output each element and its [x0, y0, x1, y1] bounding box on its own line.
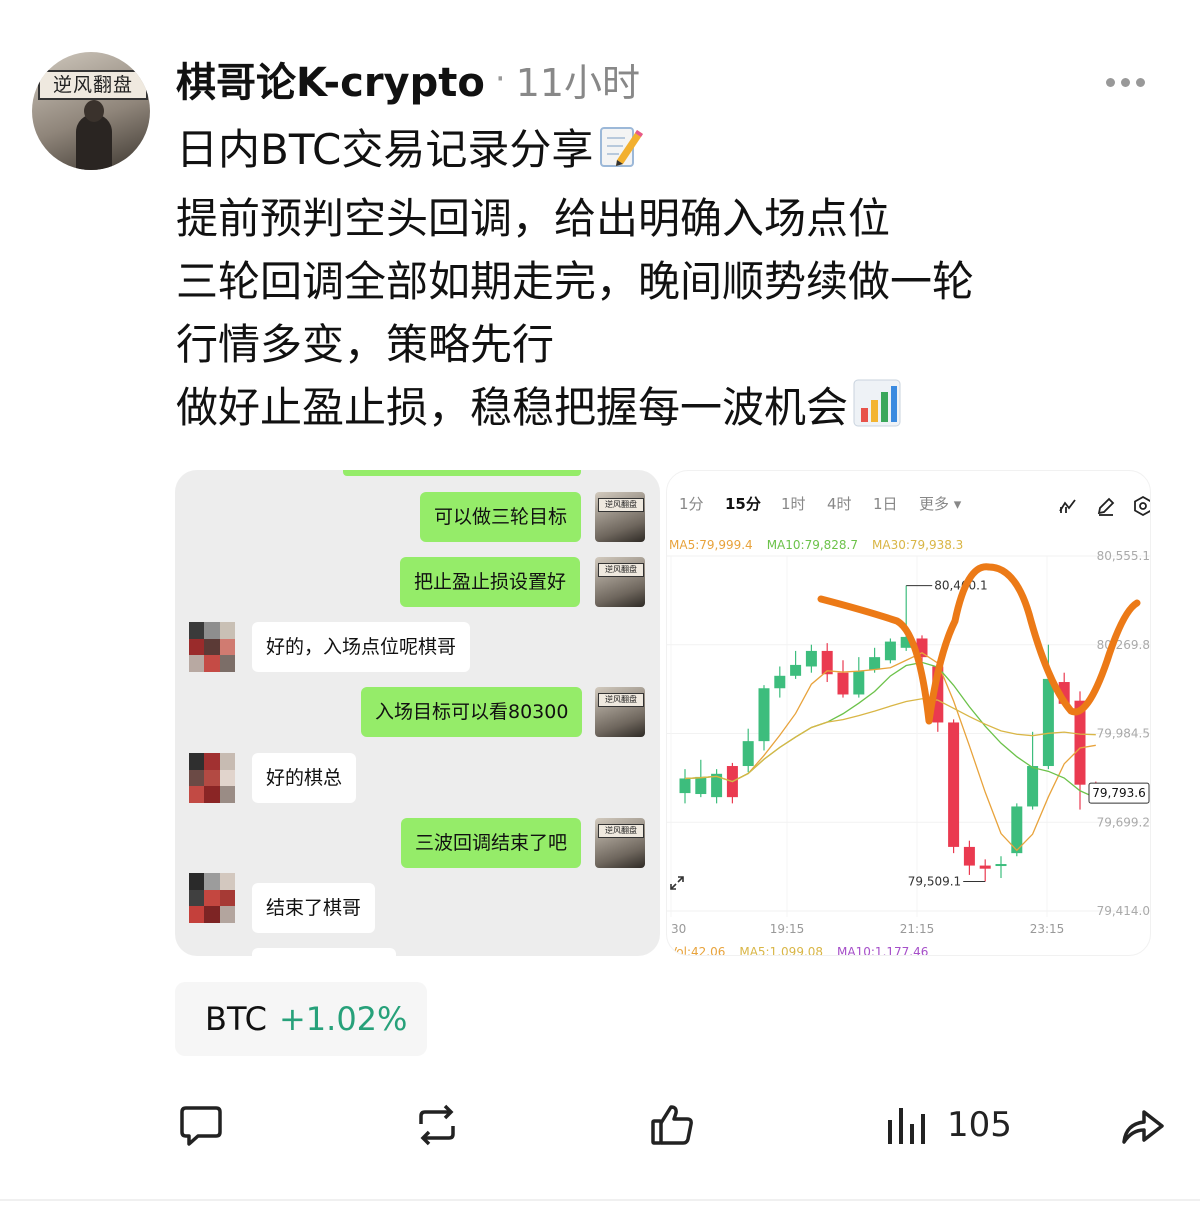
- bar-chart-icon: [852, 378, 902, 445]
- chat-message-partial: [252, 948, 396, 956]
- receiver-avatar-pixelated: [189, 873, 235, 923]
- chat-message-in: 好的棋总: [252, 753, 357, 803]
- share-arrow-icon: [1122, 1110, 1164, 1144]
- x-tick-label: 30: [671, 922, 686, 936]
- candle-body: [758, 688, 770, 742]
- candle-body: [837, 672, 849, 695]
- avatar-head: [84, 100, 104, 122]
- post-line-1: 日内BTC交易记录分享: [176, 118, 1176, 187]
- candle-body: [1027, 766, 1039, 807]
- last-price-label: 79,793.6: [1092, 786, 1145, 800]
- ticker-symbol: BTC: [205, 1000, 267, 1038]
- candle-body: [679, 778, 691, 794]
- avatar-person: [76, 114, 112, 170]
- sender-avatar: 逆风翻盘: [595, 818, 645, 868]
- post-line-3: 三轮回调全部如期走完，晚间顺势续做一轮: [176, 257, 975, 306]
- thumbs-up-icon: [651, 1105, 693, 1145]
- y-tick-label: 80,555.1: [1097, 549, 1150, 563]
- candle-body: [948, 722, 960, 847]
- memo-icon: [597, 122, 645, 187]
- candle-body: [995, 864, 1007, 867]
- chat-message-out: 入场目标可以看80300: [361, 687, 583, 737]
- sender-avatar: 逆风翻盘: [595, 557, 645, 607]
- kline-chart-screenshot[interactable]: 1分 15分 1时 4时 1日 更多 ▾ MA5:79,999.4 MA10:79,828.…: [666, 470, 1151, 956]
- candle-body: [805, 650, 817, 667]
- candle-body: [869, 657, 881, 670]
- x-tick-label: 19:15: [770, 922, 805, 936]
- receiver-avatar-pixelated: [189, 622, 235, 672]
- repost-icon: [419, 1104, 455, 1146]
- candle-body: [742, 741, 754, 767]
- more-options-icon[interactable]: [1106, 72, 1150, 92]
- chat-message-in: 好的，入场点位呢棋哥: [252, 622, 471, 672]
- post-text: 日内BTC交易记录分享 提前预判空头回调，给出明确入场点位 三轮回调全部如期走完…: [176, 118, 1176, 445]
- sender-avatar: 逆风翻盘: [595, 687, 645, 737]
- share-button[interactable]: [1118, 1098, 1166, 1152]
- time-separator: ·: [494, 59, 506, 99]
- chat-bubble-partial: [343, 470, 581, 476]
- candle-body: [1042, 678, 1054, 767]
- x-tick-label: 23:15: [1030, 922, 1065, 936]
- receiver-avatar-pixelated: [189, 753, 235, 803]
- expand-icon[interactable]: [669, 875, 685, 891]
- chat-message-out: 把止盈止损设置好: [400, 557, 581, 607]
- post-line-5: 做好止盈止损，稳稳把握每一波机会: [176, 376, 1176, 445]
- author-name[interactable]: 棋哥论K-crypto: [176, 50, 485, 108]
- views-counter: 105: [885, 1098, 1012, 1152]
- views-bars-icon: [888, 1108, 925, 1144]
- y-tick-label: 79,414.0: [1097, 904, 1150, 918]
- ticker-tag[interactable]: BTC +1.02%: [175, 982, 427, 1056]
- chat-message-out: 可以做三轮目标: [420, 492, 582, 542]
- post-time: 11小时: [515, 60, 641, 105]
- ticker-change: +1.02%: [278, 1000, 408, 1038]
- chat-message-out: 三波回调结束了吧: [401, 818, 582, 868]
- volume-legend-item: MA10:1,177.46: [837, 945, 929, 956]
- views-count: 105: [947, 1105, 1012, 1145]
- y-tick-label: 79,984.5: [1097, 727, 1150, 741]
- comment-button[interactable]: [178, 1098, 224, 1152]
- x-tick-label: 21:15: [900, 922, 935, 936]
- candle-body: [963, 846, 975, 866]
- chat-message-in: 结束了棋哥: [252, 883, 376, 933]
- post-line-4: 行情多变，策略先行: [176, 320, 555, 369]
- y-tick-label: 79,699.2: [1097, 815, 1150, 829]
- volume-legend-item: Vol:42.06: [669, 945, 726, 956]
- volume-legend-item: MA5:1,099.08: [739, 945, 824, 956]
- candlestick-plot: 80,555.1 80,269.8 79,984.5 79,699.2 79,414.0…: [667, 549, 1150, 936]
- chat-screenshot[interactable]: 可以做三轮目标 逆风翻盘 把止盈止损设置好 逆风翻盘 好的，入场点位呢棋哥 入场…: [175, 470, 660, 956]
- sender-avatar: 逆风翻盘: [595, 492, 645, 542]
- divider: [0, 1199, 1200, 1201]
- like-button[interactable]: [649, 1098, 697, 1152]
- volume-legend: Vol:42.06 MA5:1,099.08 MA10:1,177.46: [669, 945, 929, 956]
- comment-icon: [180, 1106, 222, 1146]
- candle-body: [790, 664, 802, 676]
- author-avatar[interactable]: 逆风翻盘: [32, 52, 150, 170]
- y-tick-label: 80,269.8: [1097, 638, 1150, 652]
- post-line-2: 提前预判空头回调，给出明确入场点位: [176, 194, 891, 243]
- avatar-sign-text: 逆风翻盘: [38, 70, 148, 100]
- candle-body: [695, 776, 707, 795]
- candle-body: [774, 675, 786, 689]
- candle-body: [884, 641, 896, 661]
- low-label: 79,509.1: [908, 874, 961, 888]
- repost-button[interactable]: [413, 1098, 461, 1152]
- candle-body: [853, 671, 865, 695]
- candle-body: [979, 865, 991, 869]
